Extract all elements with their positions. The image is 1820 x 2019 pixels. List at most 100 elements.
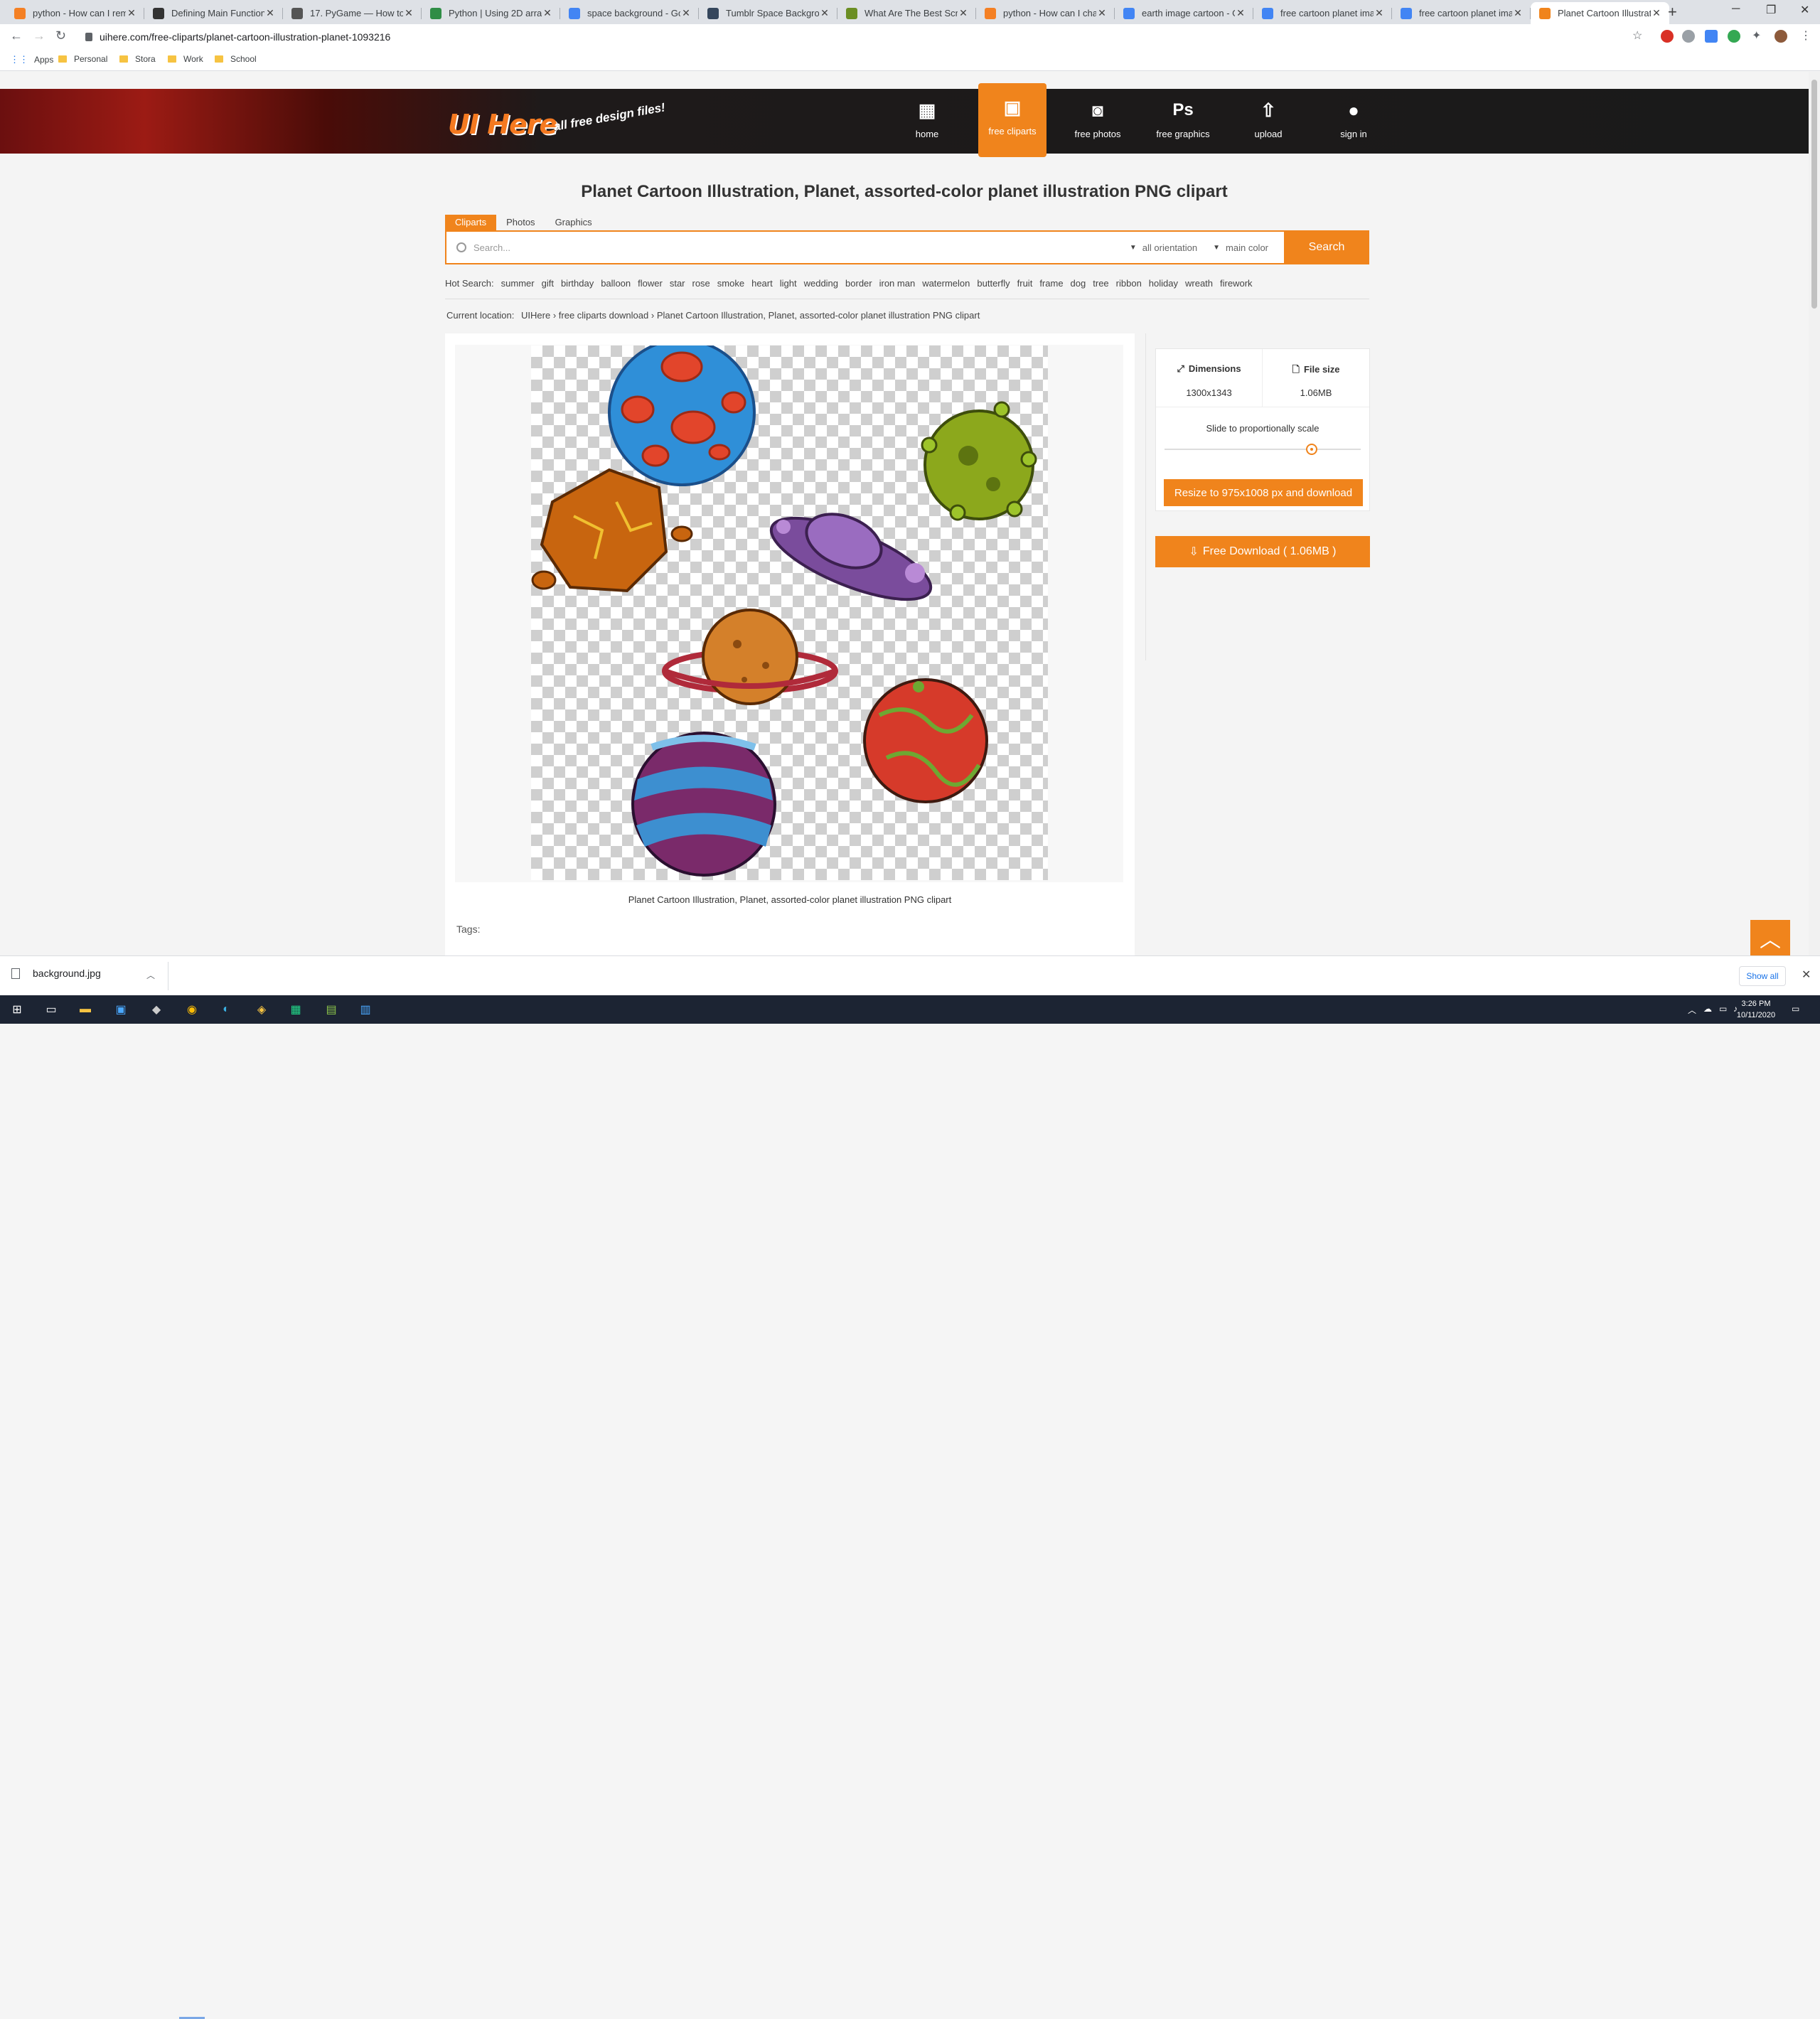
network-icon[interactable]: ▭: [1719, 1004, 1727, 1014]
close-icon[interactable]: ✕: [1802, 968, 1811, 982]
browser-tab[interactable]: Tumblr Space Backgrou ✕: [699, 2, 837, 24]
hot-search-link[interactable]: dog: [1071, 278, 1086, 289]
close-tab-icon[interactable]: ✕: [819, 7, 830, 19]
bookmark-star-icon[interactable]: ☆: [1632, 28, 1642, 43]
hot-search-link[interactable]: smoke: [717, 278, 744, 289]
hot-search-link[interactable]: star: [670, 278, 685, 289]
tab-cliparts[interactable]: Cliparts: [445, 215, 497, 230]
scale-slider-track[interactable]: [1165, 449, 1361, 450]
scroll-to-top-button[interactable]: ︿: [1750, 920, 1790, 955]
hot-search-link[interactable]: gift: [542, 278, 554, 289]
nav-free-cliparts[interactable]: ▣ free cliparts: [978, 83, 1046, 157]
forward-button[interactable]: →: [33, 28, 46, 43]
notepad-icon[interactable]: ▤: [323, 1001, 340, 1018]
browser-tab[interactable]: free cartoon planet imag ✕: [1253, 2, 1392, 24]
file-explorer-icon[interactable]: ▬: [77, 1001, 94, 1018]
site-logo[interactable]: UI Here: [448, 109, 557, 140]
chrome-icon[interactable]: ◉: [183, 1001, 200, 1018]
bookmark-work[interactable]: Work: [168, 54, 203, 64]
tab-graphics[interactable]: Graphics: [545, 215, 602, 230]
tab-photos[interactable]: Photos: [496, 215, 545, 230]
close-window-button[interactable]: ✕: [1800, 3, 1809, 17]
close-tab-icon[interactable]: ✕: [680, 7, 692, 19]
download-item[interactable]: background.jpg: [11, 968, 101, 979]
app-icon[interactable]: ◈: [253, 1001, 270, 1018]
close-tab-icon[interactable]: ✕: [958, 7, 969, 19]
browser-tab[interactable]: python - How can I remo ✕: [6, 2, 144, 24]
hot-search-link[interactable]: watermelon: [922, 278, 970, 289]
nav-free-graphics[interactable]: Ps free graphics: [1149, 86, 1217, 161]
extension-icon[interactable]: [1682, 30, 1695, 43]
hot-search-link[interactable]: butterfly: [977, 278, 1010, 289]
color-select[interactable]: ▼ main color: [1213, 242, 1268, 253]
browser-tab[interactable]: What Are The Best Scree✕: [837, 2, 976, 24]
browser-tab[interactable]: python - How can I chan ✕: [976, 2, 1115, 24]
breadcrumb-link[interactable]: free cliparts download: [559, 310, 648, 321]
puzzle-icon[interactable]: ✦: [1752, 28, 1761, 43]
nav-home[interactable]: ▦ home: [893, 86, 961, 161]
browser-tab[interactable]: space background - Goo ✕: [560, 2, 699, 24]
onedrive-icon[interactable]: ☁: [1703, 1004, 1712, 1014]
reload-button[interactable]: ↻: [55, 28, 66, 43]
hot-search-link[interactable]: light: [780, 278, 797, 289]
extension-icon[interactable]: [1728, 30, 1740, 43]
new-tab-button[interactable]: +: [1668, 3, 1677, 21]
hot-search-link[interactable]: wedding: [804, 278, 838, 289]
edge-icon[interactable]: ◐: [218, 1001, 235, 1018]
orientation-select[interactable]: ▼ all orientation: [1130, 242, 1197, 253]
hot-search-link[interactable]: ribbon: [1116, 278, 1142, 289]
browser-tab[interactable]: Planet Cartoon Illustratio ✕: [1531, 2, 1669, 24]
nav-sign-in[interactable]: ● sign in: [1320, 86, 1388, 161]
back-button[interactable]: ←: [10, 28, 23, 43]
hot-search-link[interactable]: border: [845, 278, 872, 289]
close-tab-icon[interactable]: ✕: [264, 7, 276, 19]
close-tab-icon[interactable]: ✕: [1651, 7, 1662, 19]
menu-icon[interactable]: ⋮: [1800, 28, 1811, 43]
browser-tab[interactable]: earth image cartoon - G ✕: [1115, 2, 1253, 24]
close-tab-icon[interactable]: ✕: [1374, 7, 1385, 19]
browser-tab[interactable]: Defining Main Functions ✕: [144, 2, 283, 24]
browser-tab[interactable]: 17. PyGame — How to T ✕: [283, 2, 422, 24]
close-tab-icon[interactable]: ✕: [1096, 7, 1108, 19]
browser-tab[interactable]: free cartoon planet imag ✕: [1392, 2, 1531, 24]
close-tab-icon[interactable]: ✕: [126, 7, 137, 19]
close-tab-icon[interactable]: ✕: [1512, 7, 1524, 19]
task-view-icon[interactable]: ▭: [43, 1001, 60, 1018]
hot-search-link[interactable]: rose: [692, 278, 710, 289]
hot-search-link[interactable]: tree: [1093, 278, 1108, 289]
minimize-button[interactable]: ─: [1732, 3, 1740, 16]
extension-icon[interactable]: [1705, 30, 1718, 43]
restore-button[interactable]: ❐: [1766, 3, 1776, 17]
hot-search-link[interactable]: fruit: [1017, 278, 1033, 289]
hot-search-link[interactable]: iron man: [879, 278, 916, 289]
hot-search-link[interactable]: frame: [1039, 278, 1063, 289]
terminal-icon[interactable]: ▣: [112, 1001, 129, 1018]
bookmark-personal[interactable]: Personal: [58, 54, 107, 64]
app-icon[interactable]: ◆: [148, 1001, 165, 1018]
clipart-preview[interactable]: [531, 338, 1048, 880]
chevron-up-icon[interactable]: ︿: [146, 969, 155, 981]
scrollbar-thumb[interactable]: [1811, 80, 1817, 309]
address-bar[interactable]: uihere.com/free-cliparts/planet-cartoon-…: [77, 27, 1634, 46]
show-all-button[interactable]: Show all: [1739, 966, 1786, 986]
hot-search-link[interactable]: birthday: [561, 278, 594, 289]
close-tab-icon[interactable]: ✕: [1235, 7, 1246, 19]
hot-search-link[interactable]: heart: [751, 278, 773, 289]
tray-chevron-icon[interactable]: ︿: [1688, 1004, 1696, 1016]
hot-search-link[interactable]: wreath: [1185, 278, 1213, 289]
close-tab-icon[interactable]: ✕: [403, 7, 414, 19]
hot-search-link[interactable]: balloon: [601, 278, 631, 289]
bookmark-school[interactable]: School: [215, 54, 257, 64]
hot-search-link[interactable]: summer: [501, 278, 535, 289]
calculator-icon[interactable]: ▥: [357, 1001, 374, 1018]
avatar[interactable]: [1774, 30, 1787, 43]
nav-upload[interactable]: ⇧ upload: [1234, 86, 1302, 161]
nav-free-photos[interactable]: ◙ free photos: [1064, 86, 1132, 161]
bookmark-apps[interactable]: ⋮⋮ Apps: [10, 54, 53, 65]
extension-icon[interactable]: [1661, 30, 1674, 43]
notifications-icon[interactable]: ▭: [1792, 1004, 1799, 1014]
resize-download-button[interactable]: Resize to 975x1008 px and download: [1164, 479, 1363, 506]
search-button[interactable]: Search: [1284, 230, 1369, 264]
close-tab-icon[interactable]: ✕: [542, 7, 553, 19]
hot-search-link[interactable]: firework: [1220, 278, 1253, 289]
